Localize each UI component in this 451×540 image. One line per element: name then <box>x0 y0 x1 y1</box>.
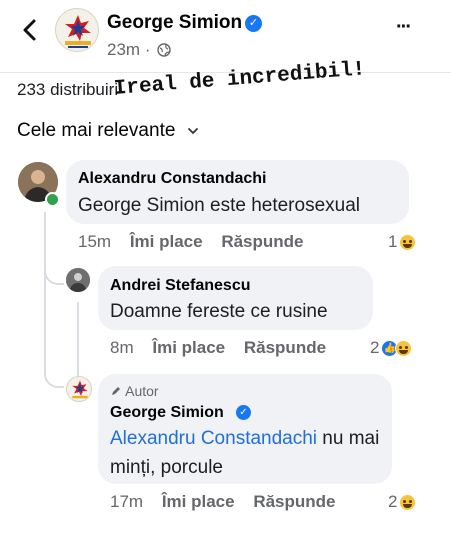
chevron-down-icon <box>187 127 198 135</box>
avatar[interactable] <box>66 268 90 292</box>
page-name[interactable]: George Simion <box>107 12 242 34</box>
comment: Andrei Stefanescu Doamne fereste ce rusi… <box>0 266 451 366</box>
page-avatar[interactable] <box>55 8 99 52</box>
more-button[interactable]: ··· <box>396 16 412 39</box>
online-status-dot <box>45 192 60 207</box>
reply-button[interactable]: Răspunde <box>253 492 335 511</box>
sort-dropdown[interactable]: Cele mai relevante <box>17 120 200 146</box>
comment-text: Alexandru Constandachi nu mai minți, por… <box>110 424 382 482</box>
comment-author[interactable]: Andrei Stefanescu <box>110 277 250 295</box>
comment: Autor George Simion ✓ Alexandru Constand… <box>0 374 451 524</box>
pen-icon <box>112 387 120 395</box>
verified-badge-icon: ✓ <box>245 15 262 32</box>
meta-separator: · <box>144 40 151 59</box>
reaction-count: 1 <box>388 232 398 251</box>
globe-icon <box>157 43 171 57</box>
haha-reaction-icon <box>395 339 413 357</box>
sort-label: Cele mai relevante <box>17 120 176 141</box>
comment-time[interactable]: 8m <box>110 338 134 357</box>
post-time[interactable]: 23m <box>107 40 140 59</box>
like-button[interactable]: Îmi place <box>162 492 235 511</box>
reaction-count: 2 <box>370 338 380 357</box>
reply-button[interactable]: Răspunde <box>221 232 303 251</box>
chevron-left-icon <box>23 19 36 41</box>
comment-author[interactable]: George Simion <box>110 404 224 422</box>
reaction-summary[interactable]: 2 👍 <box>370 338 413 358</box>
comment-time[interactable]: 17m <box>110 492 143 511</box>
back-button[interactable] <box>18 16 42 44</box>
shares-count[interactable]: 233 distribuiri <box>17 80 118 100</box>
comment-actions: 8m Îmi place Răspunde <box>110 338 340 358</box>
mention-link[interactable]: Alexandru Constandachi <box>110 428 317 449</box>
reply-button[interactable]: Răspunde <box>244 338 326 357</box>
comment-text: George Simion este heterosexual <box>78 195 360 216</box>
header: George Simion ✓ 23m · ··· <box>0 0 451 72</box>
verified-badge-icon: ✓ <box>236 405 251 420</box>
person-photo-icon <box>66 268 90 292</box>
author-badge: Autor <box>110 383 159 399</box>
party-logo-icon <box>72 380 88 399</box>
comment-actions: 17m Îmi place Răspunde <box>110 492 350 512</box>
party-logo-icon <box>65 15 91 48</box>
comment-author[interactable]: Alexandru Constandachi <box>78 170 266 188</box>
haha-reaction-icon <box>399 233 417 251</box>
reaction-summary[interactable]: 2 <box>388 492 417 512</box>
haha-reaction-icon <box>399 493 417 511</box>
post-meta: 23m · <box>107 40 150 60</box>
like-button[interactable]: Îmi place <box>152 338 225 357</box>
comment-time[interactable]: 15m <box>78 232 111 251</box>
comment-bubble[interactable]: Autor George Simion ✓ Alexandru Constand… <box>98 374 392 484</box>
like-button[interactable]: Îmi place <box>130 232 203 251</box>
comment: Alexandru Constandachi George Simion est… <box>0 160 451 260</box>
author-badge-label: Autor <box>125 383 159 399</box>
comment-bubble[interactable]: Alexandru Constandachi George Simion est… <box>66 160 409 224</box>
comment-text: Doamne fereste ce rusine <box>110 301 328 322</box>
comment-bubble[interactable]: Andrei Stefanescu Doamne fereste ce rusi… <box>98 266 373 330</box>
reaction-count: 2 <box>388 492 398 511</box>
comment-actions: 15m Îmi place Răspunde <box>78 232 318 252</box>
avatar[interactable] <box>66 376 92 402</box>
reaction-summary[interactable]: 1 <box>388 232 417 252</box>
